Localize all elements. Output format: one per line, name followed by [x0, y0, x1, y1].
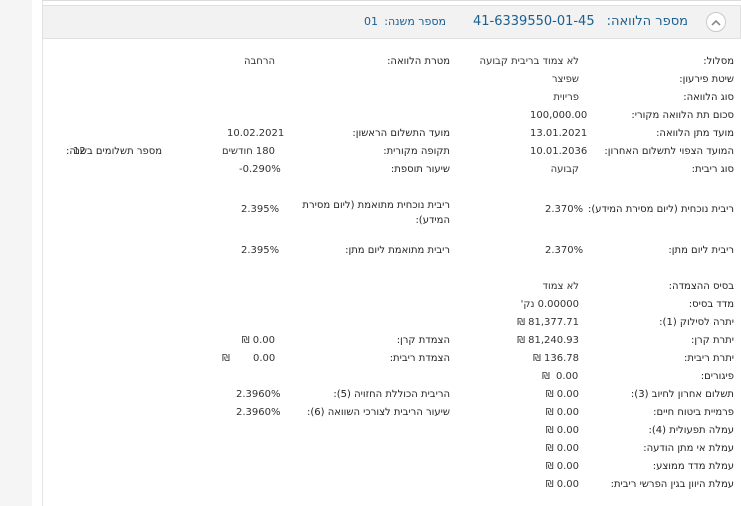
arrears-amount: 0.00 — [556, 371, 579, 382]
interest-balance-label: יתרת ריבית: — [683, 353, 734, 364]
principal-indexation-label: הצמדת קרן: — [396, 335, 450, 346]
avg-index-fee-value: 0.00 ₪ — [545, 461, 579, 472]
total-expected-rate-value: 2.3960% — [236, 389, 281, 400]
no-notice-fee-value: 0.00 ₪ — [545, 443, 579, 454]
operational-fee-value: 0.00 ₪ — [545, 425, 579, 436]
interest-indexation-amount: 0.00 — [253, 353, 276, 364]
left-gutter — [0, 0, 32, 506]
interest-diff-fee-label: עמלת היוון בגין הפרשי ריבית: — [610, 479, 734, 490]
comparison-rate-label: שיעור הריבית לצורכי השוואה (6): — [306, 407, 450, 418]
interest-type-value: קבועה — [550, 164, 579, 175]
loan-type-value: פריוית — [553, 92, 579, 103]
grant-date-label: מועד מתן הלוואה: — [656, 128, 734, 139]
interest-type-label: סוג ריבית: — [691, 164, 734, 175]
arrears-currency: ₪ — [542, 371, 550, 382]
current-rate-value: 2.370% — [545, 204, 584, 215]
avg-index-fee-label: עמלת מדד ממוצע: — [652, 461, 734, 472]
life-insurance-value: 0.00 ₪ — [545, 407, 579, 418]
payments-per-year-value: 12 — [73, 146, 86, 157]
interest-indexation-currency: ₪ — [222, 353, 230, 364]
repayment-method-label: שיטת פירעון: — [679, 74, 734, 85]
original-amount-label: סכום תת הלוואה מקורי: — [631, 110, 734, 121]
no-notice-fee-label: עמלת אי מתן הודעה: — [643, 443, 734, 454]
track-label: מסלול: — [703, 56, 734, 67]
base-index-label: מדד בסיס: — [688, 299, 734, 310]
repayment-method-value: שפיצר — [551, 74, 579, 85]
principal-balance-value: 81,240.93 ₪ — [517, 335, 579, 346]
interest-diff-fee-value: 0.00 ₪ — [545, 479, 579, 490]
comparison-rate-value: 2.3960% — [236, 407, 281, 418]
loan-purpose-label: מטרת הלוואה: — [387, 56, 450, 67]
first-payment-label: מועד התשלום הראשון: — [352, 128, 450, 139]
additional-rate-label: שיעור תוספת: — [390, 164, 450, 175]
last-payment-label: המועד הצפוי לתשלום האחרון: — [604, 146, 734, 157]
track-value: לא צמוד בריבית קבועה — [479, 56, 579, 67]
grant-day-rate-value: 2.370% — [545, 245, 584, 256]
loan-header[interactable]: מספר הלוואה: 41-6339550-01-45 מספר משנה:… — [42, 5, 741, 39]
loan-type-label: סוג הלוואה: — [683, 92, 734, 103]
current-adjusted-rate-label: ריבית נוכחית מתואמת (ליום מסירת המידע): — [302, 200, 450, 226]
sub-number-label: מספר משנה: — [384, 15, 446, 28]
top-divider — [42, 0, 741, 1]
principal-balance-label: יתרת קרן: — [690, 335, 734, 346]
collapse-chevron-up-icon[interactable] — [706, 12, 726, 32]
first-payment-value: 10.02.2021 — [227, 128, 285, 139]
current-adjusted-rate-value: 2.395% — [241, 204, 280, 215]
indexation-basis-value: לא צמוד — [542, 281, 579, 292]
interest-indexation-label: הצמדת ריבית: — [389, 353, 450, 364]
loan-number-label: מספר הלוואה: — [606, 14, 688, 29]
last-charge-label: תשלום אחרון לחיוב (3): — [630, 389, 734, 400]
arrears-label: פיגורים: — [700, 371, 734, 382]
payoff-balance-value: 81,377.71 ₪ — [517, 317, 579, 328]
last-payment-value: 10.01.2036 — [530, 146, 588, 157]
indexation-basis-label: בסיס ההצמדה: — [668, 281, 734, 292]
loan-number-value: 41-6339550-01-45 — [473, 14, 595, 29]
grant-day-adjusted-value: 2.395% — [241, 245, 280, 256]
current-rate-label: ריבית נוכחית (ליום מסירת המידע): — [587, 204, 734, 215]
grant-day-rate-label: ריבית ליום מתן: — [668, 245, 734, 256]
interest-balance-value: 136.78 ₪ — [532, 353, 579, 364]
original-period-value: 180 חודשים — [222, 146, 275, 157]
grant-day-adjusted-label: ריבית מתואמת ליום מתן: — [345, 245, 450, 256]
original-period-label: תקופה מקורית: — [383, 146, 450, 157]
total-expected-rate-label: הריבית הכוללת החזויה (5): — [333, 389, 450, 400]
principal-indexation-value: 0.00 ₪ — [241, 335, 275, 346]
last-charge-value: 0.00 ₪ — [545, 389, 579, 400]
grant-date-value: 13.01.2021 — [530, 128, 588, 139]
life-insurance-label: פרמיית ביטוח חיים: — [653, 407, 734, 418]
loan-purpose-value: הרחבה — [243, 56, 275, 67]
base-index-value: 0.00000 נק' — [520, 299, 579, 310]
operational-fee-label: עמלה תפעולית (4): — [648, 425, 734, 436]
sub-number-value: 01 — [364, 15, 378, 28]
additional-rate-value: -0.290% — [239, 164, 281, 175]
payoff-balance-label: יתרה לסילוק (1): — [659, 317, 734, 328]
original-amount-value: 100,000.00 — [530, 110, 588, 121]
